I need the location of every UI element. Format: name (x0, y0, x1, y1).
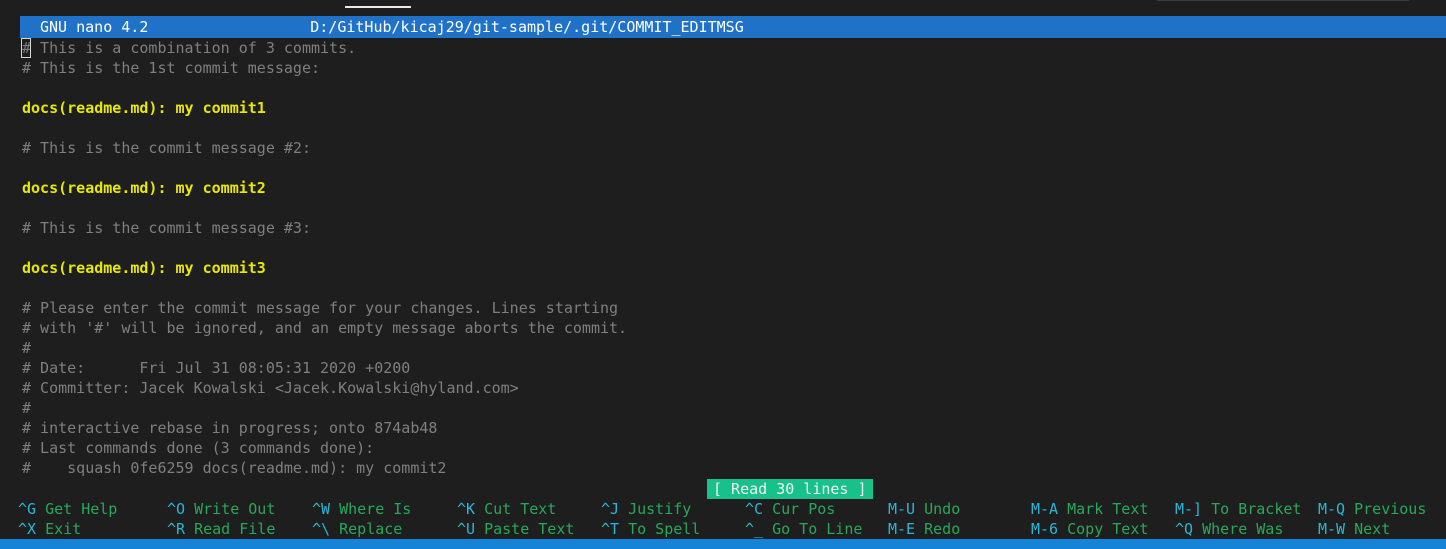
shortcut-key: ^Q (1175, 520, 1194, 538)
shortcut-label: To Bracket (1202, 500, 1302, 518)
shortcut-key: ^W (312, 500, 331, 518)
shortcut-label: Redo (915, 520, 961, 538)
shortcut-label: Replace (330, 520, 403, 538)
shortcut-label: Next (1345, 520, 1391, 538)
shortcut-label: Write Out (185, 500, 276, 518)
shortcut-row-primary: ^G Get Help ^O Write Out ^W Where Is ^K Cut… (0, 499, 1446, 519)
shortcut-item[interactable]: ^_ Go To Line (745, 519, 862, 539)
shortcut-label: Undo (915, 500, 961, 518)
editor-line: # Last commands done (3 commands done): (22, 439, 375, 457)
editor-line: # This is the 1st commit message: (22, 59, 321, 77)
shortcut-item[interactable]: M-] To Bracket (1175, 499, 1301, 519)
shortcut-label: To Spell (619, 520, 701, 538)
editor-line: # (22, 399, 32, 417)
editor-line: docs(readme.md): my commit3 (22, 259, 266, 277)
shortcut-label: Get Help (36, 500, 118, 518)
shortcut-item[interactable]: ^X Exit (18, 519, 81, 539)
shortcut-item[interactable]: ^R Read File (167, 519, 275, 539)
shortcut-item[interactable]: ^Q Where Was (1175, 519, 1283, 539)
shortcut-key: M-] (1175, 500, 1203, 518)
shortcut-key: M-U (888, 500, 916, 518)
editor-line: # with '#' will be ignored, and an empty… (22, 319, 628, 337)
editor-line: # squash 0fe6259 docs(readme.md): my com… (22, 459, 447, 477)
shortcut-key: M-W (1318, 520, 1346, 538)
shortcut-label: Go To Line (763, 520, 863, 538)
shortcut-key: ^R (167, 520, 186, 538)
shortcut-key: M-A (1031, 500, 1059, 518)
shortcut-item[interactable]: ^O Write Out (167, 499, 275, 519)
shortcut-item[interactable]: ^U Paste Text (457, 519, 574, 539)
shortcut-label: Paste Text (475, 520, 575, 538)
shortcut-label: Where Was (1193, 520, 1284, 538)
editor-line: # This is the commit message #2: (22, 139, 311, 157)
shortcut-item[interactable]: ^W Where Is (312, 499, 411, 519)
editor-line: # Committer: Jacek Kowalski <Jacek.Kowal… (22, 379, 519, 397)
shortcut-label: Copy Text (1058, 520, 1149, 538)
editor-line: # interactive rebase in progress; onto 8… (22, 419, 438, 437)
nano-title-bar: GNU nano 4.2 D:/GitHub/kicaj29/git-sampl… (20, 16, 1446, 38)
shortcut-label: Mark Text (1058, 500, 1149, 518)
shortcut-item[interactable]: M-W Next (1318, 519, 1390, 539)
shortcut-label: Justify (619, 500, 692, 518)
file-path-label: D:/GitHub/kicaj29/git-sample/.git/COMMIT… (310, 18, 744, 36)
shortcut-row-secondary: ^X Exit ^R Read File ^\ Replace ^U Paste Te… (0, 519, 1446, 539)
shortcut-label: Cur Pos (763, 500, 836, 518)
shortcut-key: M-6 (1031, 520, 1059, 538)
status-bar: [ Read 30 lines ] (0, 479, 1446, 499)
editor-line: # Please enter the commit message for yo… (22, 299, 619, 317)
shortcut-label: Read File (185, 520, 276, 538)
shortcut-item[interactable]: ^K Cut Text (457, 499, 556, 519)
editor-line: docs(readme.md): my commit2 (22, 179, 266, 197)
shortcut-item[interactable]: M-A Mark Text (1031, 499, 1148, 519)
bottom-accent-rule (0, 539, 1446, 549)
app-version-label: GNU nano 4.2 (40, 18, 149, 36)
shortcut-key-bar: ^G Get Help ^O Write Out ^W Where Is ^K Cut… (0, 499, 1446, 539)
shortcut-key: ^O (167, 500, 186, 518)
chrome-divider-rule (1157, 0, 1409, 1)
status-message-badge: [ Read 30 lines ] (707, 479, 873, 499)
shortcut-key: ^T (601, 520, 620, 538)
editor-line: # This is the commit message #3: (22, 219, 311, 237)
shortcut-key: M-E (888, 520, 916, 538)
window-chrome-strip (0, 0, 1446, 14)
shortcut-key: ^K (457, 500, 476, 518)
tab-underline-indicator (345, 6, 411, 8)
editor-line: # (22, 339, 32, 357)
shortcut-item[interactable]: ^G Get Help (18, 499, 117, 519)
shortcut-key: ^X (18, 520, 37, 538)
nano-terminal-window: GNU nano 4.2 D:/GitHub/kicaj29/git-sampl… (0, 0, 1446, 549)
shortcut-label: Where Is (330, 500, 412, 518)
shortcut-item[interactable]: M-Q Previous (1318, 499, 1426, 519)
shortcut-label: Exit (36, 520, 82, 538)
shortcut-key: ^C (745, 500, 764, 518)
shortcut-item[interactable]: ^C Cur Pos (745, 499, 835, 519)
shortcut-item[interactable]: ^J Justify (601, 499, 691, 519)
shortcut-key: ^\ (312, 520, 331, 538)
shortcut-key: ^_ (745, 520, 764, 538)
shortcut-label: Cut Text (475, 500, 557, 518)
shortcut-key: ^J (601, 500, 620, 518)
editor-line: # This is a combination of 3 commits. (22, 39, 357, 57)
shortcut-key: ^G (18, 500, 37, 518)
shortcut-item[interactable]: M-U Undo (888, 499, 960, 519)
shortcut-item[interactable]: ^\ Replace (312, 519, 402, 539)
shortcut-key: ^U (457, 520, 476, 538)
shortcut-item[interactable]: M-E Redo (888, 519, 960, 539)
shortcut-label: Previous (1345, 500, 1427, 518)
shortcut-key: M-Q (1318, 500, 1346, 518)
shortcut-item[interactable]: M-6 Copy Text (1031, 519, 1148, 539)
editor-line: docs(readme.md): my commit1 (22, 99, 266, 117)
editor-text-area[interactable]: # This is a combination of 3 commits. # T… (0, 38, 1446, 478)
shortcut-item[interactable]: ^T To Spell (601, 519, 700, 539)
editor-line: # Date: Fri Jul 31 08:05:31 2020 +0200 (22, 359, 411, 377)
